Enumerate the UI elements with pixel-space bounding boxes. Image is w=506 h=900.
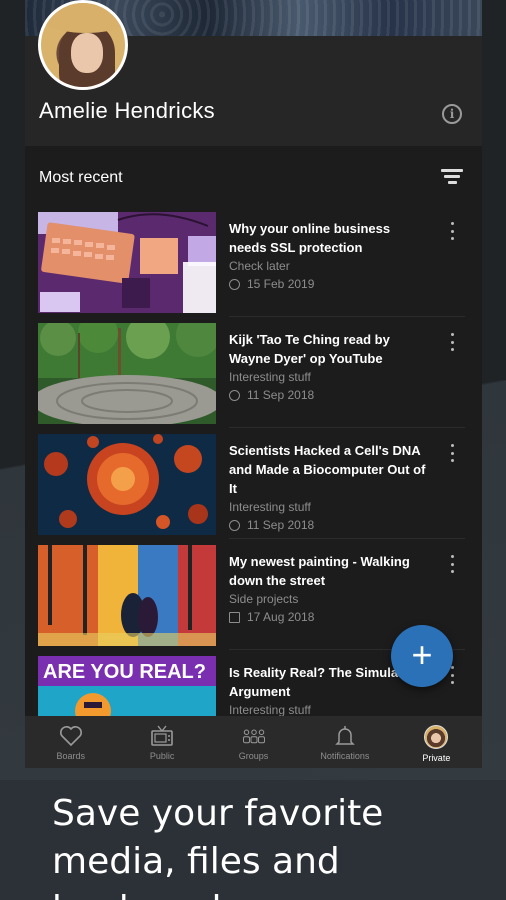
item-thumbnail (38, 212, 216, 313)
app-screen: Amelie Hendricks i Most recent Why your … (25, 0, 482, 768)
nav-label: Boards (56, 751, 85, 761)
item-board: Check later (229, 259, 290, 273)
groups-icon (242, 729, 265, 744)
bell-icon (335, 726, 355, 745)
avatar-hat (41, 3, 125, 33)
item-thumbnail (38, 323, 216, 424)
section-title: Most recent (39, 169, 123, 186)
item-board: Side projects (229, 592, 299, 606)
filter-icon[interactable] (441, 166, 463, 186)
item-date-text: 17 Aug 2018 (247, 610, 315, 624)
item-title: Why your online business needs SSL prote… (229, 221, 391, 255)
item-date: 15 Feb 2019 (229, 277, 314, 291)
item-thumbnail: ARE YOU REAL? (38, 656, 216, 722)
nav-private[interactable]: Private (391, 716, 482, 768)
profile-name: Amelie Hendricks (39, 98, 215, 123)
nav-label: Public (149, 751, 175, 761)
info-icon[interactable]: i (442, 104, 462, 124)
item-date: 11 Sep 2018 (229, 388, 314, 402)
more-options-icon[interactable] (449, 333, 455, 351)
thumb-text: ARE YOU REAL? (43, 661, 206, 683)
nav-public[interactable]: Public (116, 716, 207, 768)
nav-groups[interactable]: Groups (208, 716, 299, 768)
list-item[interactable]: Why your online business needs SSL prote… (25, 206, 482, 317)
heart-icon (59, 726, 82, 747)
nav-label: Private (422, 753, 451, 763)
more-options-icon[interactable] (449, 222, 455, 240)
item-thumbnail (38, 545, 216, 646)
clock-icon (229, 389, 240, 401)
item-board: Interesting stuff (229, 703, 311, 717)
calendar-icon (229, 611, 240, 623)
nav-label: Groups (238, 751, 269, 761)
list-item[interactable]: Scientists Hacked a Cell's DNA and Made … (25, 428, 482, 539)
item-date-text: 15 Feb 2019 (247, 277, 315, 291)
item-thumbnail (38, 434, 216, 535)
avatar-icon (424, 725, 449, 749)
list-item[interactable]: Kijk 'Tao Te Ching read by Wayne Dyer' o… (25, 317, 482, 428)
profile-avatar[interactable] (38, 0, 128, 90)
bottom-nav: Boards Public Groups Notifications Priva… (25, 716, 482, 768)
nav-notifications[interactable]: Notifications (299, 716, 390, 768)
add-button[interactable]: + (391, 625, 453, 687)
more-options-icon[interactable] (449, 555, 455, 573)
more-options-icon[interactable] (449, 444, 455, 462)
section-header: Most recent (25, 156, 482, 200)
clock-icon (229, 519, 240, 531)
item-title: My newest painting - Walking down the st… (229, 554, 410, 588)
avatar-face (71, 33, 103, 73)
promo-tagline: Save your favorite media, files and book… (52, 793, 384, 900)
item-board: Interesting stuff (229, 500, 311, 514)
profile-card: Amelie Hendricks i (25, 0, 482, 146)
item-date-text: 11 Sep 2018 (247, 518, 315, 532)
item-board: Interesting stuff (229, 370, 311, 384)
item-date: 11 Sep 2018 (229, 518, 314, 532)
clock-icon (229, 278, 240, 290)
nav-boards[interactable]: Boards (25, 716, 116, 768)
item-date: 17 Aug 2018 (229, 610, 314, 624)
item-title: Scientists Hacked a Cell's DNA and Made … (229, 443, 426, 496)
tv-icon (151, 725, 173, 746)
item-title: Kijk 'Tao Te Ching read by Wayne Dyer' o… (229, 332, 390, 366)
nav-label: Notifications (320, 751, 370, 761)
item-date-text: 11 Sep 2018 (247, 388, 315, 402)
